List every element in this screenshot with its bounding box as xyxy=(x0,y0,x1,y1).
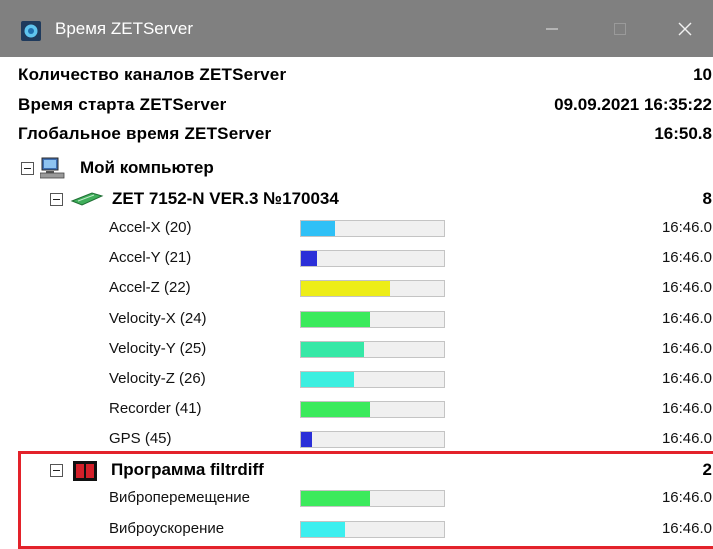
info-label: Глобальное время ZETServer xyxy=(18,124,272,143)
info-label: Время старта ZETServer xyxy=(18,95,227,114)
channel-row[interactable]: Velocity-Y (25) 16:46.0 xyxy=(0,336,712,362)
channel-name: Velocity-X (24) xyxy=(109,309,207,327)
channel-row[interactable]: Accel-X (20) 16:46.0 xyxy=(0,215,712,241)
channel-level-fill xyxy=(301,372,354,387)
channel-row[interactable]: Velocity-Z (26) 16:46.0 xyxy=(0,366,712,392)
channel-level-fill xyxy=(301,341,364,357)
channel-level-fill xyxy=(301,281,390,297)
minimize-icon xyxy=(546,27,558,30)
channel-level-fill xyxy=(301,432,312,448)
collapse-toggle[interactable] xyxy=(50,193,63,206)
channel-level-bar xyxy=(300,220,445,237)
info-global-time: Глобальное время ZETServer 16:50.8 xyxy=(18,121,712,147)
channel-level-bar xyxy=(300,340,445,358)
computer-icon xyxy=(40,157,65,179)
channel-level-fill xyxy=(301,402,370,418)
minimize-button[interactable] xyxy=(522,0,582,57)
maximize-button[interactable] xyxy=(590,0,650,57)
channel-level-bar xyxy=(300,431,445,449)
channel-time: 16:46.0 xyxy=(661,400,712,418)
info-start-time: Время старта ZETServer 09.09.2021 16:35:… xyxy=(18,92,712,118)
channel-row[interactable]: Recorder (41) 16:46.0 xyxy=(0,396,712,422)
channel-name: Accel-X (20) xyxy=(109,219,192,236)
channel-time: 16:46.0 xyxy=(661,430,712,448)
device-board-icon xyxy=(70,192,104,206)
tree-label-computer: Мой компьютер xyxy=(80,158,214,177)
tree-label-device: ZET 7152-N VER.3 №170034 xyxy=(112,189,339,208)
collapse-toggle[interactable] xyxy=(21,162,34,175)
close-button[interactable] xyxy=(655,0,713,57)
info-value: 16:50.8 xyxy=(654,124,712,143)
close-icon xyxy=(678,22,692,35)
channel-time: 16:46.0 xyxy=(661,219,712,236)
channel-name: Recorder (41) xyxy=(109,400,202,418)
channel-level-bar xyxy=(300,280,445,298)
channel-level-fill xyxy=(301,221,335,236)
tree-node-device[interactable]: ZET 7152-N VER.3 №170034 8 xyxy=(0,186,712,212)
channel-time: 16:46.0 xyxy=(661,309,712,327)
highlight-frame xyxy=(18,451,713,549)
channel-time: 16:46.0 xyxy=(661,339,712,357)
channel-level-bar xyxy=(300,401,445,419)
channel-row[interactable]: Velocity-X (24) 16:46.0 xyxy=(0,306,712,332)
channel-level-fill xyxy=(301,251,317,267)
channel-row[interactable]: Accel-Z (22) 16:46.0 xyxy=(0,275,712,301)
channel-row[interactable]: GPS (45) 16:46.0 xyxy=(0,426,712,452)
channel-name: Velocity-Z (26) xyxy=(109,370,206,387)
channel-time: 16:46.0 xyxy=(661,249,712,267)
info-label: Количество каналов ZETServer xyxy=(18,65,287,84)
channel-level-bar xyxy=(300,250,445,268)
channel-name: Accel-Z (22) xyxy=(109,279,191,297)
zet-app-icon xyxy=(21,21,41,41)
tree-node-computer[interactable]: Мой компьютер xyxy=(0,155,713,181)
channel-row[interactable]: Accel-Y (21) 16:46.0 xyxy=(0,245,712,271)
info-channel-count: Количество каналов ZETServer 10 xyxy=(18,62,712,88)
channel-name: Velocity-Y (25) xyxy=(109,339,207,357)
channel-time: 16:46.0 xyxy=(661,279,712,297)
maximize-icon xyxy=(614,22,626,35)
channel-level-bar xyxy=(300,371,445,388)
channel-level-bar xyxy=(300,310,445,328)
info-value: 09.09.2021 16:35:22 xyxy=(554,95,712,114)
channel-time: 16:46.0 xyxy=(661,370,712,387)
window-title: Время ZETServer xyxy=(55,19,194,38)
info-value: 10 xyxy=(693,65,712,84)
channel-name: Accel-Y (21) xyxy=(109,249,192,267)
channel-name: GPS (45) xyxy=(109,430,172,448)
channel-level-fill xyxy=(301,311,370,327)
device-channel-count: 8 xyxy=(702,189,712,208)
title-bar[interactable]: Время ZETServer xyxy=(0,0,713,57)
